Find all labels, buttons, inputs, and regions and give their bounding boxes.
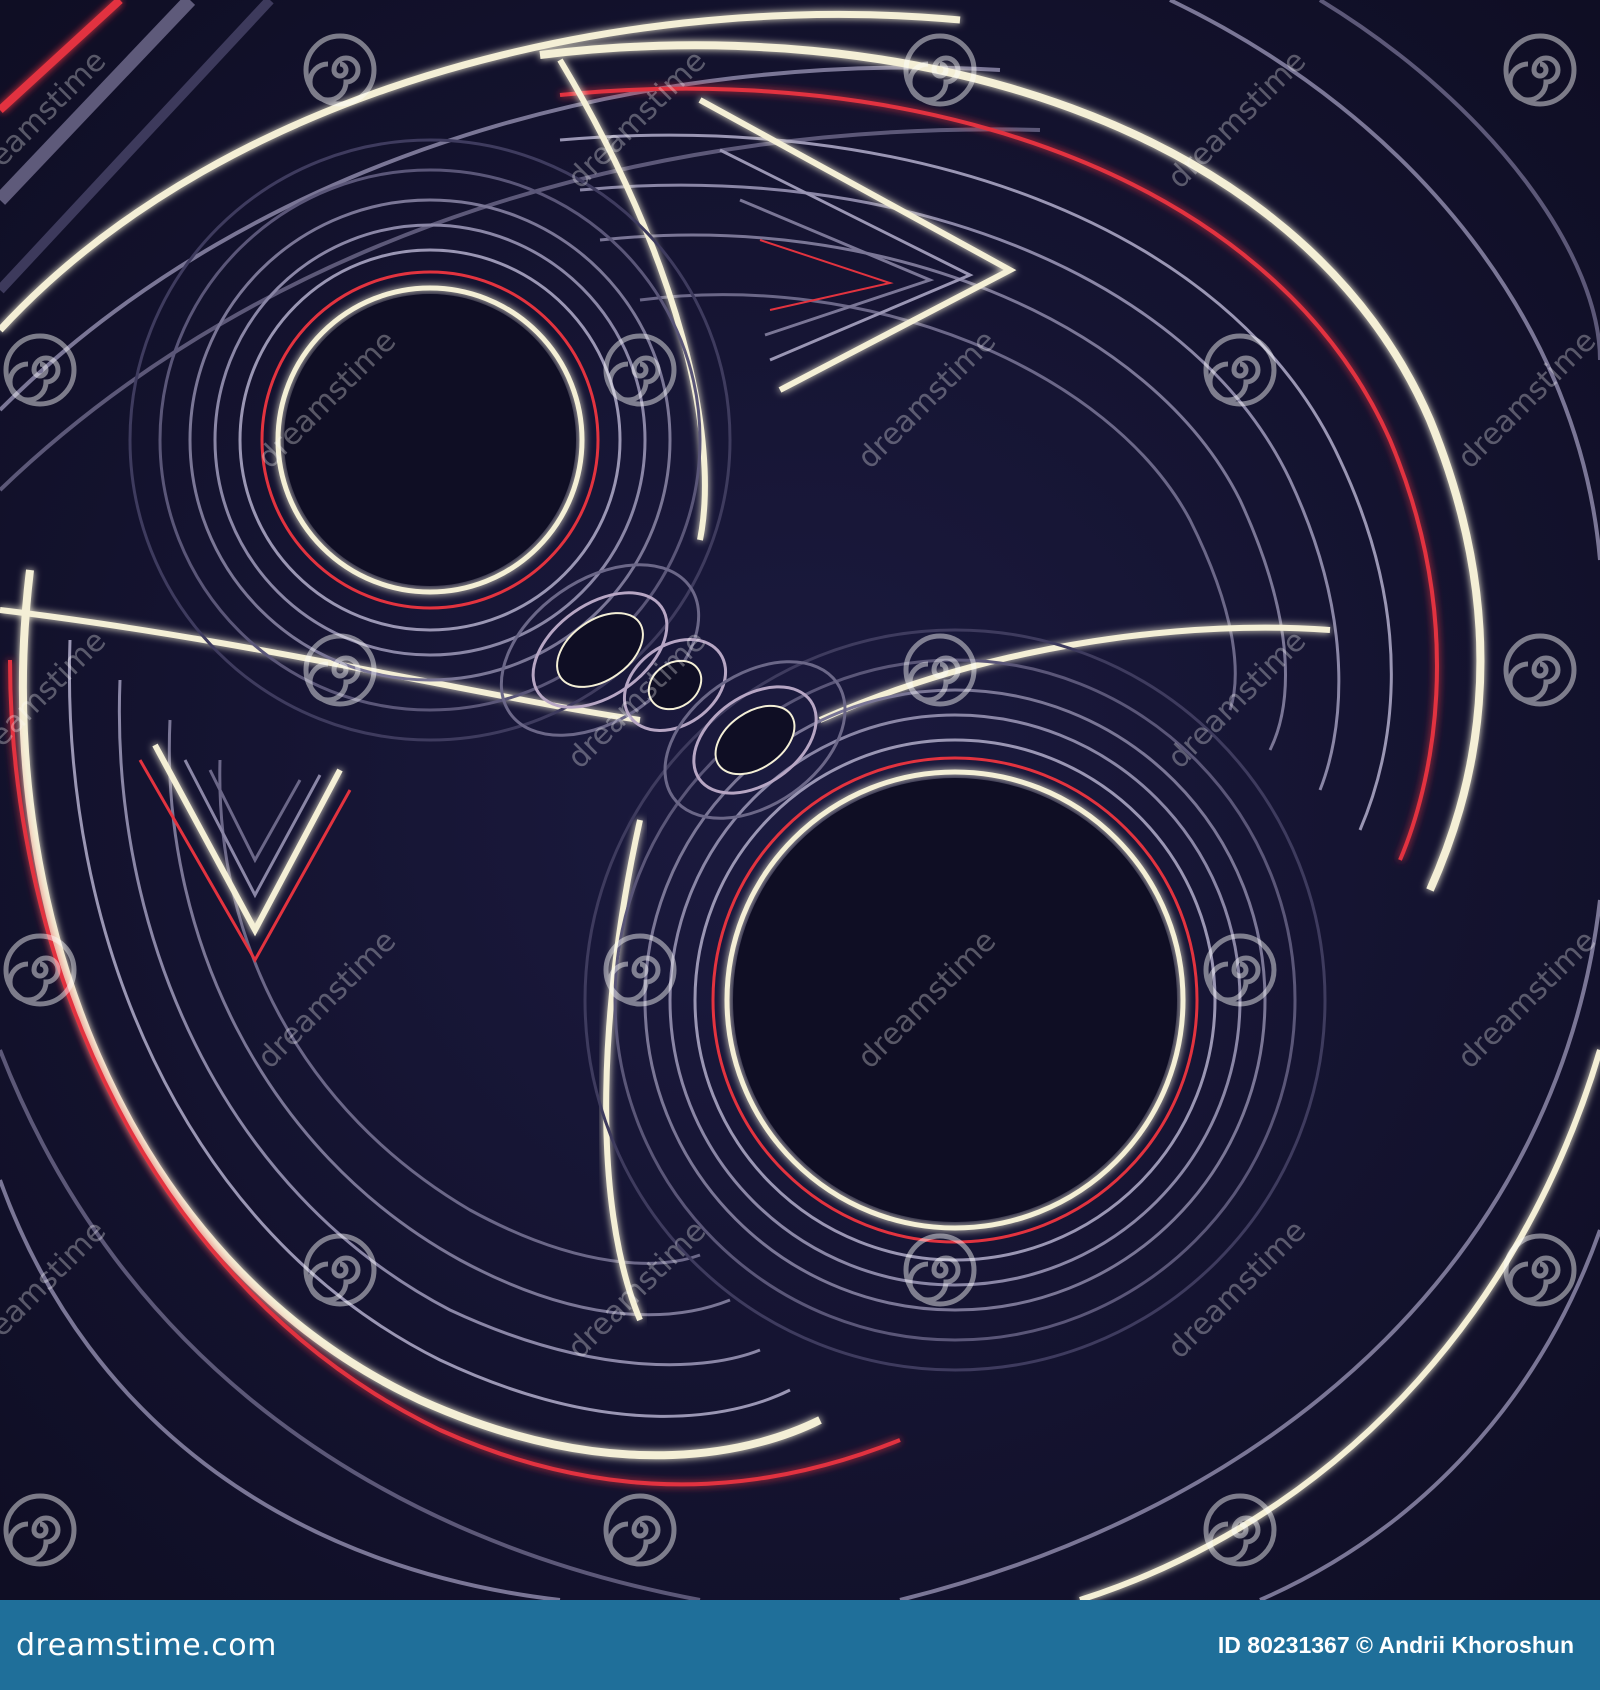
abstract-neon-swirl-artwork <box>0 0 1600 1600</box>
image-credit: ID 80231367 © Andrii Khoroshun <box>1217 1631 1574 1658</box>
brand-name: dreamstime.com <box>16 1627 277 1663</box>
background <box>0 0 1600 1600</box>
stock-photo-preview: dreamstime dreamstime dreamstime dreamstime… <box>0 0 1600 1690</box>
footer-bar: dreamstime.com ID 80231367 © Andrii Khor… <box>0 1600 1600 1690</box>
